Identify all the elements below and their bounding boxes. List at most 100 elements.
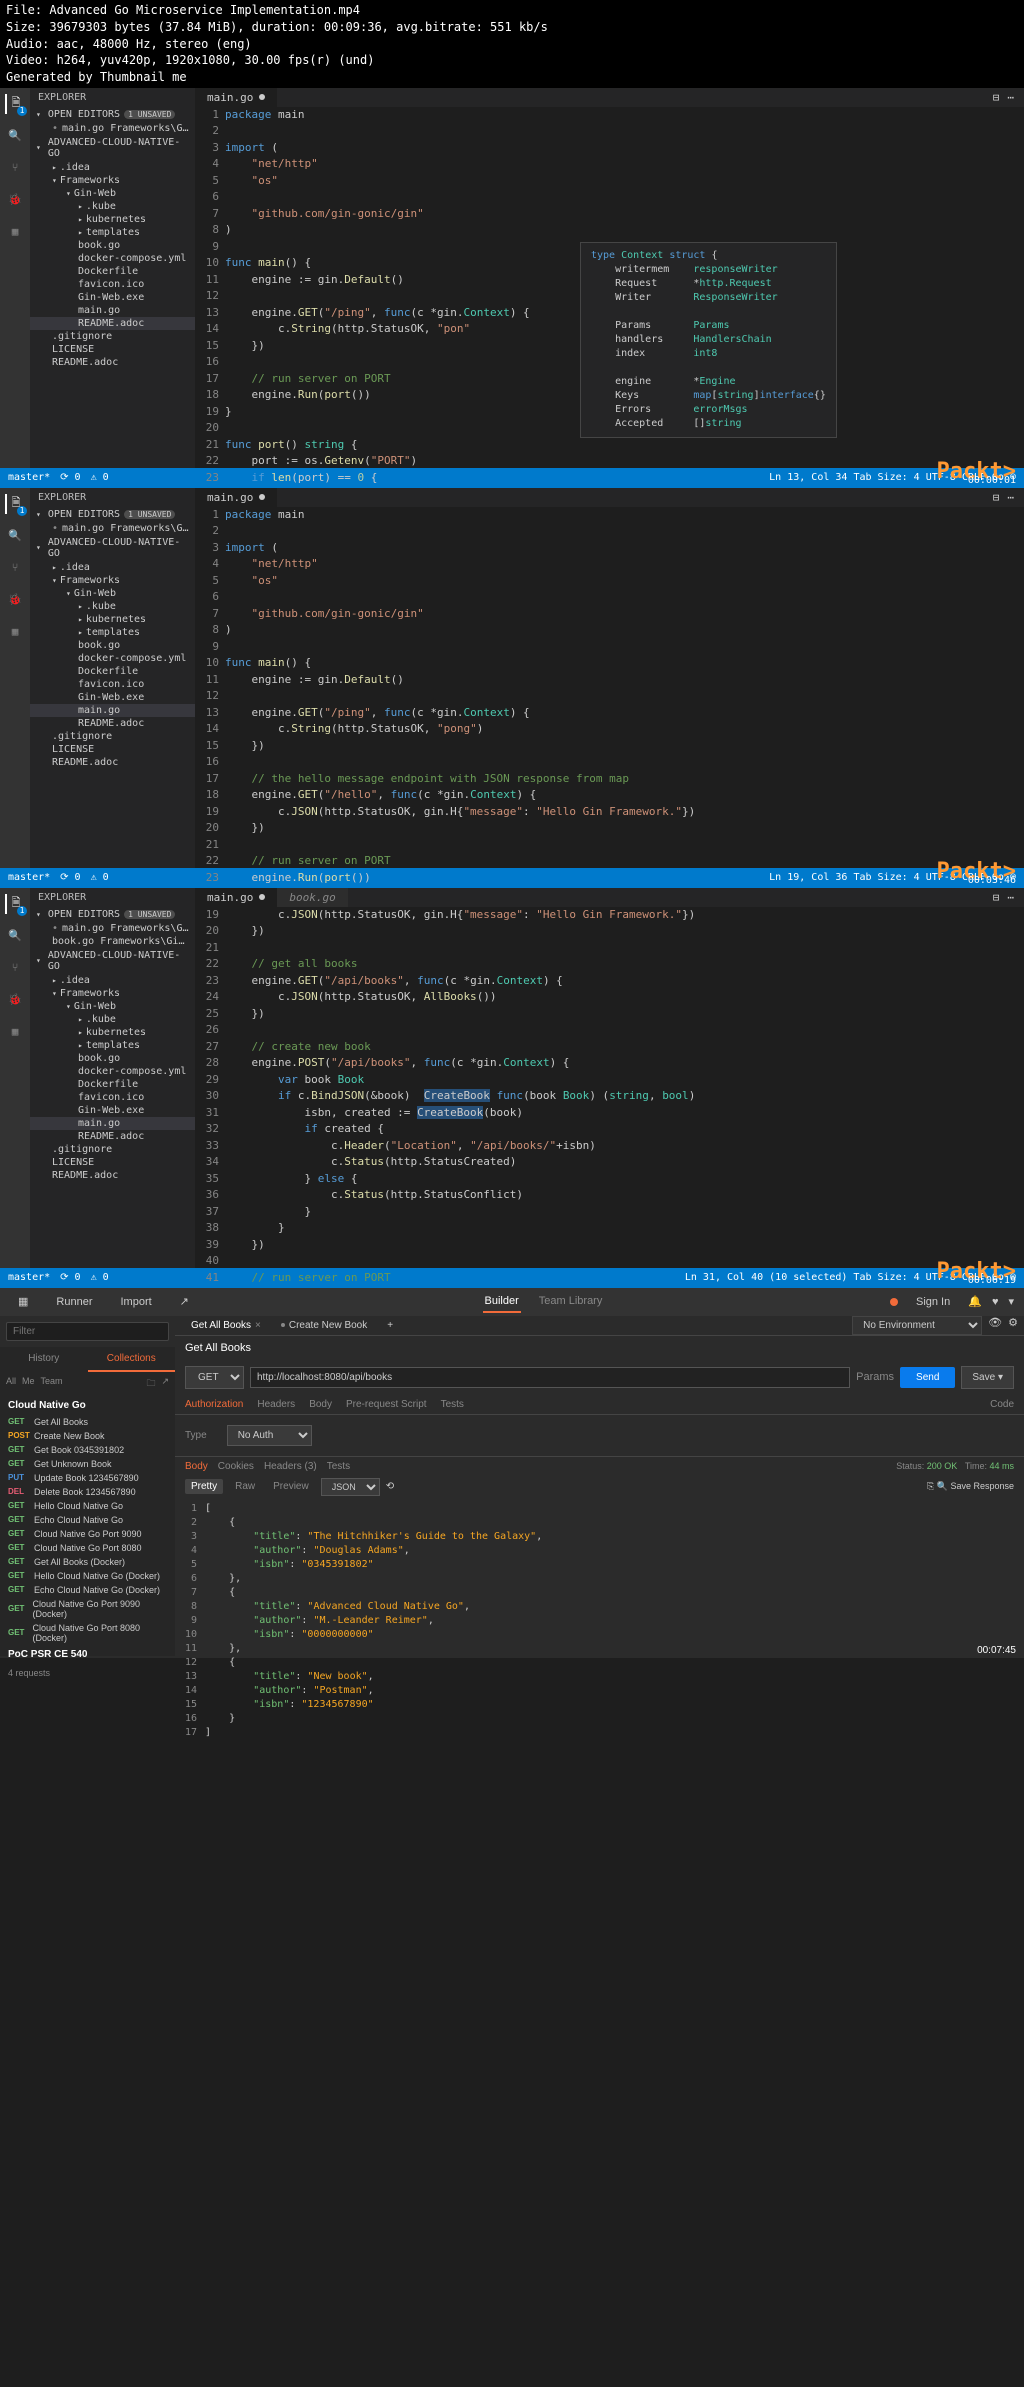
- project-header[interactable]: ADVANCED-CLOUD-NATIVE-GO: [30, 135, 195, 161]
- problems-status[interactable]: ⚠ 0: [91, 472, 109, 483]
- request-item[interactable]: GETGet Book 0345391802: [0, 1443, 175, 1457]
- bell-icon[interactable]: 🔔: [968, 1295, 982, 1308]
- request-item[interactable]: GETEcho Cloud Native Go: [0, 1513, 175, 1527]
- extensions-icon[interactable]: ▦: [5, 222, 25, 242]
- tree-kubernetes[interactable]: kubernetes: [30, 613, 195, 626]
- split-editor-icon[interactable]: ⊟: [993, 91, 1000, 104]
- editor-item-main[interactable]: main.go Frameworks\Gin-Web: [30, 922, 195, 935]
- tree-ginweb[interactable]: Gin-Web: [30, 1000, 195, 1013]
- eye-icon[interactable]: 👁: [988, 1316, 1002, 1335]
- tree-readme[interactable]: README.adoc: [30, 717, 195, 730]
- editor-item-main[interactable]: main.go Frameworks\Gin-Web: [30, 522, 195, 535]
- tree-main[interactable]: main.go: [30, 704, 195, 717]
- collection-header-2[interactable]: PoC PSR CE 540: [0, 1645, 175, 1664]
- tree-compose[interactable]: docker-compose.yml: [30, 1065, 195, 1078]
- resp-cookies-tab[interactable]: Cookies: [218, 1461, 254, 1472]
- tree-book[interactable]: book.go: [30, 239, 195, 252]
- tree-readme2[interactable]: README.adoc: [30, 756, 195, 769]
- more-icon[interactable]: ⋯: [1007, 891, 1014, 904]
- request-item[interactable]: GETCloud Native Go Port 8080 (Docker): [0, 1621, 175, 1645]
- send-button[interactable]: Send: [900, 1367, 955, 1388]
- tree-idea[interactable]: .idea: [30, 161, 195, 174]
- tree-compose[interactable]: docker-compose.yml: [30, 252, 195, 265]
- search-icon[interactable]: 🔍: [5, 126, 25, 146]
- tree-kube[interactable]: .kube: [30, 1013, 195, 1026]
- problems-status[interactable]: ⚠ 0: [91, 872, 109, 883]
- debug-icon[interactable]: 🐞: [5, 990, 25, 1010]
- fmt-raw[interactable]: Raw: [229, 1479, 261, 1494]
- project-header[interactable]: ADVANCED-CLOUD-NATIVE-GO: [30, 535, 195, 561]
- fmt-pretty[interactable]: Pretty: [185, 1479, 223, 1494]
- tree-favicon[interactable]: favicon.ico: [30, 278, 195, 291]
- filter-team[interactable]: Team: [41, 1376, 63, 1392]
- problems-status[interactable]: ⚠ 0: [91, 1272, 109, 1283]
- tree-kube[interactable]: .kube: [30, 600, 195, 613]
- request-item[interactable]: GETGet All Books: [0, 1415, 175, 1429]
- fmt-preview[interactable]: Preview: [267, 1479, 315, 1494]
- code-link[interactable]: Code: [990, 1399, 1014, 1410]
- split-editor-icon[interactable]: ⊟: [993, 891, 1000, 904]
- tab-main[interactable]: main.go: [195, 888, 277, 907]
- request-item[interactable]: GETGet All Books (Docker): [0, 1555, 175, 1569]
- params-label[interactable]: Params: [856, 1371, 894, 1383]
- request-item[interactable]: GETEcho Cloud Native Go (Docker): [0, 1583, 175, 1597]
- add-tab-button[interactable]: +: [377, 1316, 403, 1335]
- open-icon[interactable]: ↗: [172, 1292, 197, 1311]
- filter-all[interactable]: All: [6, 1376, 16, 1392]
- tree-ginexe[interactable]: Gin-Web.exe: [30, 691, 195, 704]
- close-icon[interactable]: ×: [255, 1320, 261, 1331]
- tree-compose[interactable]: docker-compose.yml: [30, 652, 195, 665]
- git-branch[interactable]: master*: [8, 872, 50, 883]
- collection-header[interactable]: Cloud Native Go: [0, 1396, 175, 1415]
- files-icon[interactable]: 🗎1: [5, 494, 25, 514]
- tree-dockerfile[interactable]: Dockerfile: [30, 665, 195, 678]
- copy-icon[interactable]: ⎘: [927, 1481, 934, 1491]
- down-icon[interactable]: ▾: [1008, 1295, 1014, 1308]
- tree-readme[interactable]: README.adoc: [30, 1130, 195, 1143]
- sync-status[interactable]: ⟳ 0: [60, 872, 80, 883]
- search-icon[interactable]: 🔍: [5, 926, 25, 946]
- tree-ginexe[interactable]: Gin-Web.exe: [30, 291, 195, 304]
- sync-status[interactable]: ⟳ 0: [60, 472, 80, 483]
- tests-tab[interactable]: Tests: [441, 1399, 464, 1410]
- tree-ginweb[interactable]: Gin-Web: [30, 587, 195, 600]
- tree-frameworks[interactable]: Frameworks: [30, 574, 195, 587]
- tree-frameworks[interactable]: Frameworks: [30, 987, 195, 1000]
- request-tab-1[interactable]: Get All Books ×: [181, 1316, 271, 1335]
- resp-headers-tab[interactable]: Headers (3): [264, 1461, 317, 1472]
- tree-gitignore[interactable]: .gitignore: [30, 330, 195, 343]
- git-branch[interactable]: master*: [8, 1272, 50, 1283]
- signin-button[interactable]: Sign In: [908, 1293, 958, 1311]
- tree-dockerfile[interactable]: Dockerfile: [30, 1078, 195, 1091]
- team-library-tab[interactable]: Team Library: [537, 1291, 605, 1313]
- git-branch[interactable]: master*: [8, 472, 50, 483]
- tree-ginexe[interactable]: Gin-Web.exe: [30, 1104, 195, 1117]
- resp-body-tab[interactable]: Body: [185, 1461, 208, 1472]
- environment-select[interactable]: No Environment: [852, 1316, 982, 1335]
- open-editors-header[interactable]: OPEN EDITORS 1 UNSAVED: [30, 107, 195, 122]
- request-item[interactable]: GETCloud Native Go Port 9090: [0, 1527, 175, 1541]
- tree-license[interactable]: LICENSE: [30, 1156, 195, 1169]
- response-body[interactable]: 1234567891011121314151617 [ { "title": "…: [175, 1498, 1024, 1744]
- request-item[interactable]: PUTUpdate Book 1234567890: [0, 1471, 175, 1485]
- tab-main[interactable]: main.go: [195, 88, 277, 107]
- tree-kubernetes[interactable]: kubernetes: [30, 213, 195, 226]
- settings-icon[interactable]: ⚙: [1008, 1316, 1018, 1335]
- tree-readme[interactable]: README.adoc: [30, 317, 195, 330]
- extensions-icon[interactable]: ▦: [5, 1022, 25, 1042]
- request-item[interactable]: GETGet Unknown Book: [0, 1457, 175, 1471]
- editor-item-book[interactable]: book.go Frameworks\Gin-Web: [30, 935, 195, 948]
- prereq-tab[interactable]: Pre-request Script: [346, 1399, 427, 1410]
- debug-icon[interactable]: 🐞: [5, 190, 25, 210]
- tree-book[interactable]: book.go: [30, 639, 195, 652]
- tree-gitignore[interactable]: .gitignore: [30, 1143, 195, 1156]
- request-item[interactable]: POSTCreate New Book: [0, 1429, 175, 1443]
- tree-book[interactable]: book.go: [30, 1052, 195, 1065]
- sync-status[interactable]: ⟳ 0: [60, 1272, 80, 1283]
- auth-tab[interactable]: Authorization: [185, 1399, 243, 1410]
- expand-icon[interactable]: ↗: [161, 1376, 169, 1392]
- open-editors-header[interactable]: OPEN EDITORS 1 UNSAVED: [30, 507, 195, 522]
- builder-tab[interactable]: Builder: [483, 1291, 521, 1313]
- request-item[interactable]: GETHello Cloud Native Go: [0, 1499, 175, 1513]
- tab-main[interactable]: main.go: [195, 488, 277, 507]
